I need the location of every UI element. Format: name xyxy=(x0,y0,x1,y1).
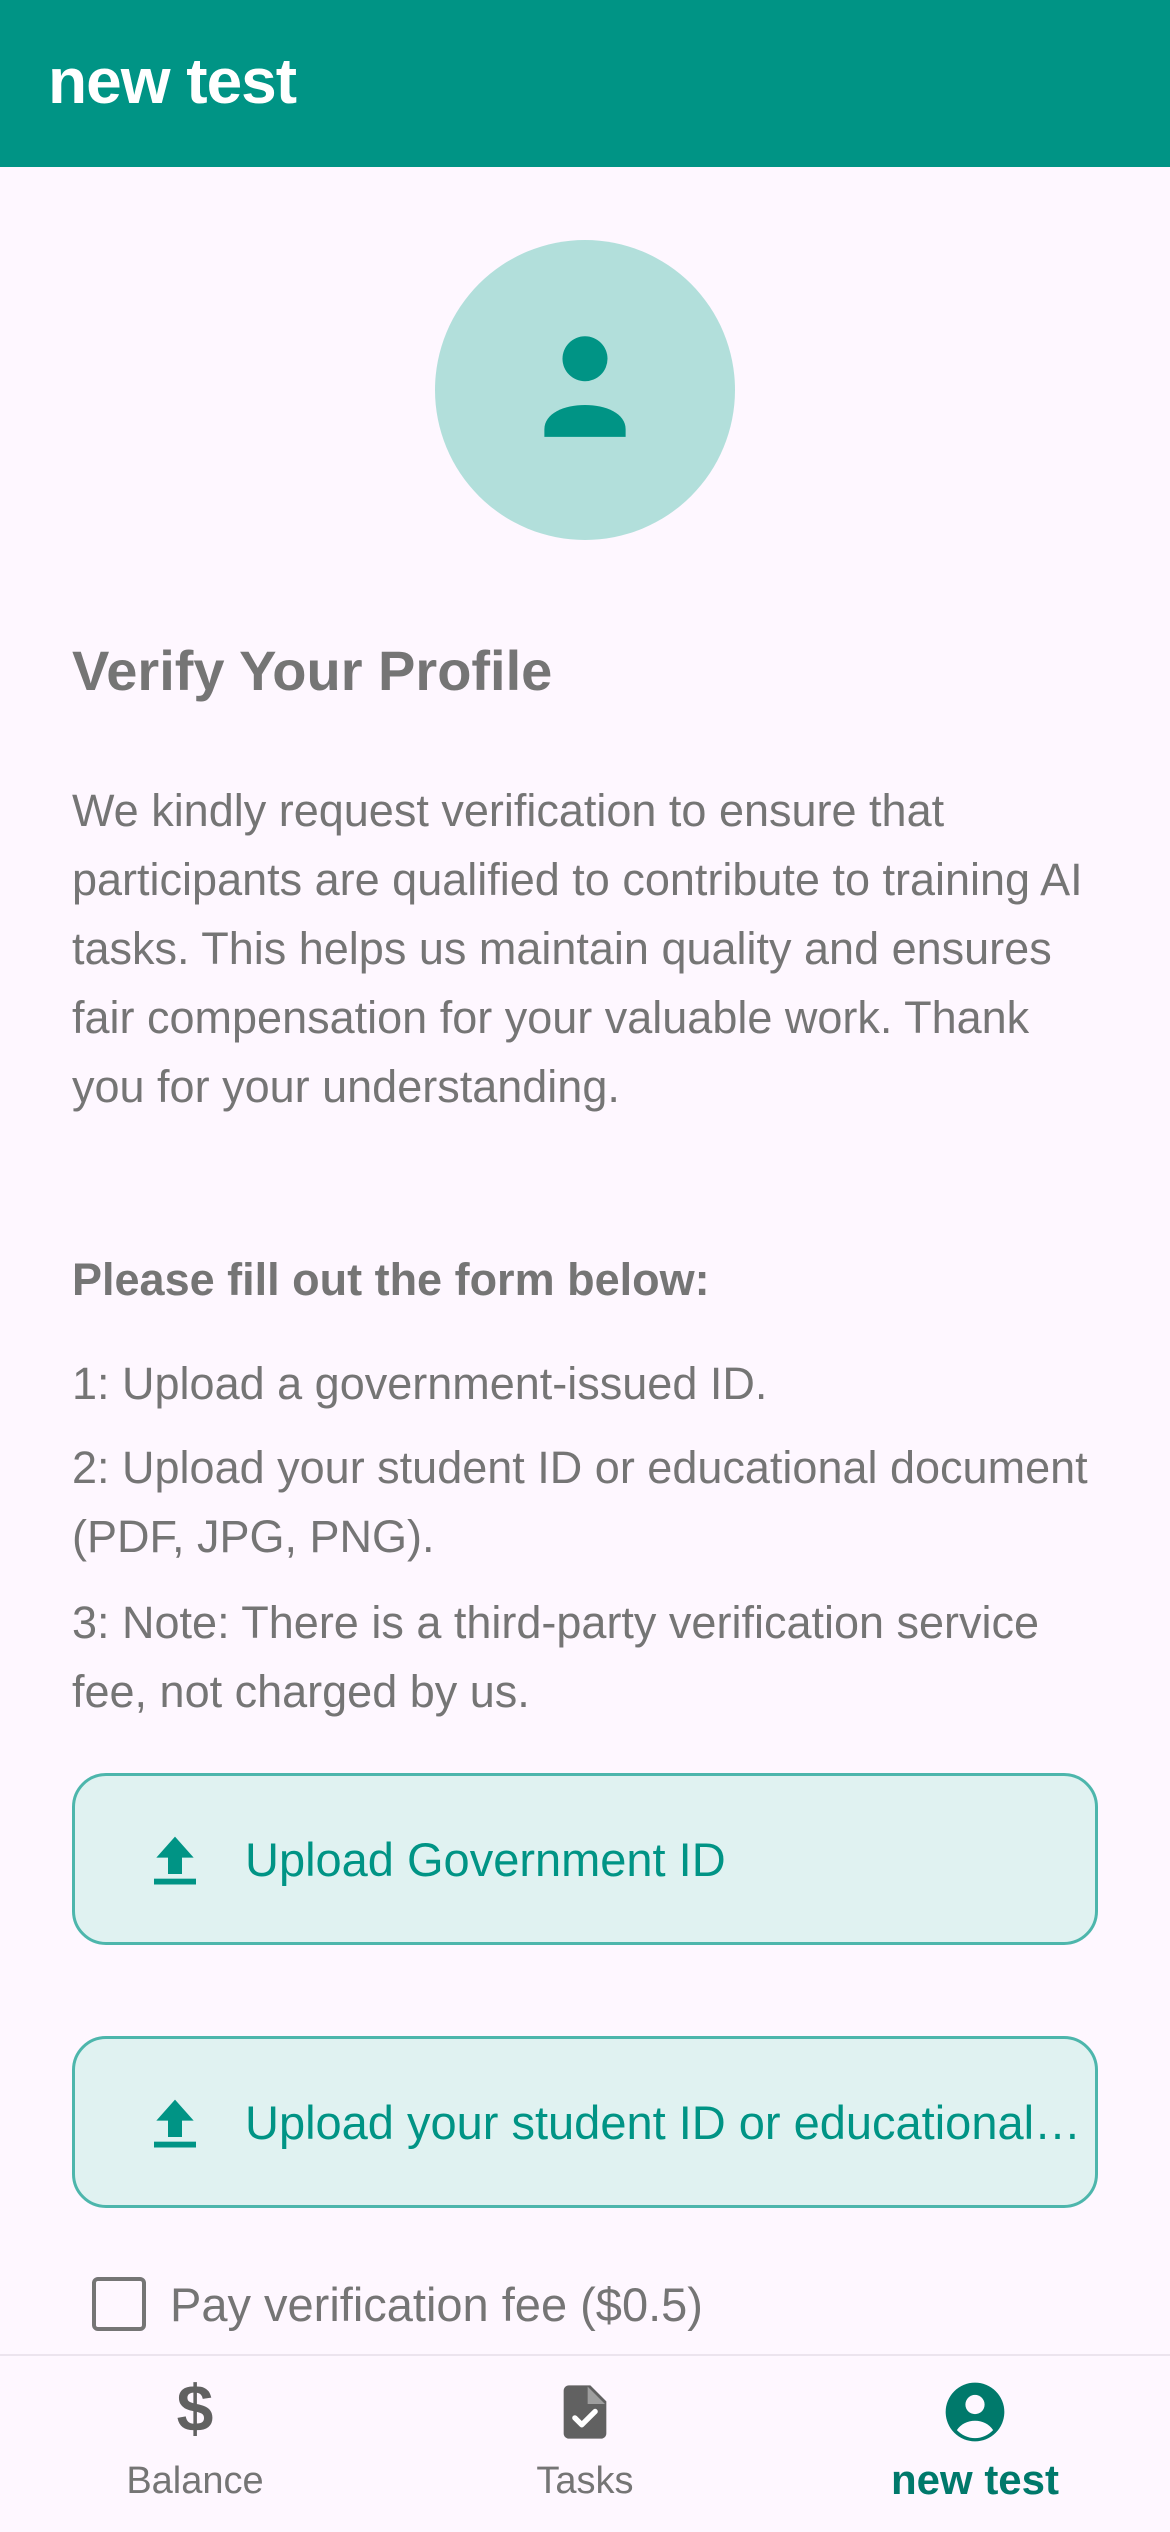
app-bar: new test xyxy=(0,0,1170,167)
upload-government-id-label: Upload Government ID xyxy=(245,1833,726,1886)
upload-student-id-button[interactable]: Upload your student ID or educational do… xyxy=(72,2036,1098,2208)
bottom-navigation: $ Balance Tasks new test xyxy=(0,2354,1170,2532)
form-heading: Please fill out the form below: xyxy=(72,1254,710,1305)
app-bar-title: new test xyxy=(48,45,297,117)
upload-icon xyxy=(154,1836,196,1885)
upload-student-id-label: Upload your student ID or educational do… xyxy=(245,2096,1085,2149)
app-root: new test Verify Your Profile We kindly r… xyxy=(0,0,1170,2532)
person-icon xyxy=(544,336,626,437)
task-document-icon xyxy=(563,2385,607,2439)
step-2-text: 2: Upload your student ID or educational… xyxy=(72,1442,1088,1562)
verification-fee-option[interactable]: Pay verification fee ($0.5) xyxy=(92,2276,703,2332)
step-3-text: 3: Note: There is a third-party verifica… xyxy=(72,1597,1040,1717)
nav-item-balance[interactable]: $ Balance xyxy=(0,2356,390,2532)
nav-item-profile[interactable]: new test xyxy=(780,2356,1170,2532)
upload-government-id-button[interactable]: Upload Government ID xyxy=(72,1773,1098,1945)
account-circle-icon xyxy=(945,2382,1005,2442)
verification-fee-label: Pay verification fee ($0.5) xyxy=(170,2277,703,2331)
description-text: We kindly request verification to ensure… xyxy=(72,785,1083,1112)
upload-icon xyxy=(154,2099,196,2148)
avatar xyxy=(435,240,735,540)
page-title: Verify Your Profile xyxy=(72,639,553,702)
nav-item-tasks[interactable]: Tasks xyxy=(390,2356,780,2532)
step-1-text: 1: Upload a government-issued ID. xyxy=(72,1358,768,1409)
verification-fee-checkbox[interactable] xyxy=(92,2277,146,2331)
nav-label-profile: new test xyxy=(890,2456,1060,2503)
dollar-icon: $ xyxy=(176,2371,214,2445)
nav-label-tasks: Tasks xyxy=(536,2460,634,2502)
nav-label-balance: Balance xyxy=(126,2460,264,2502)
